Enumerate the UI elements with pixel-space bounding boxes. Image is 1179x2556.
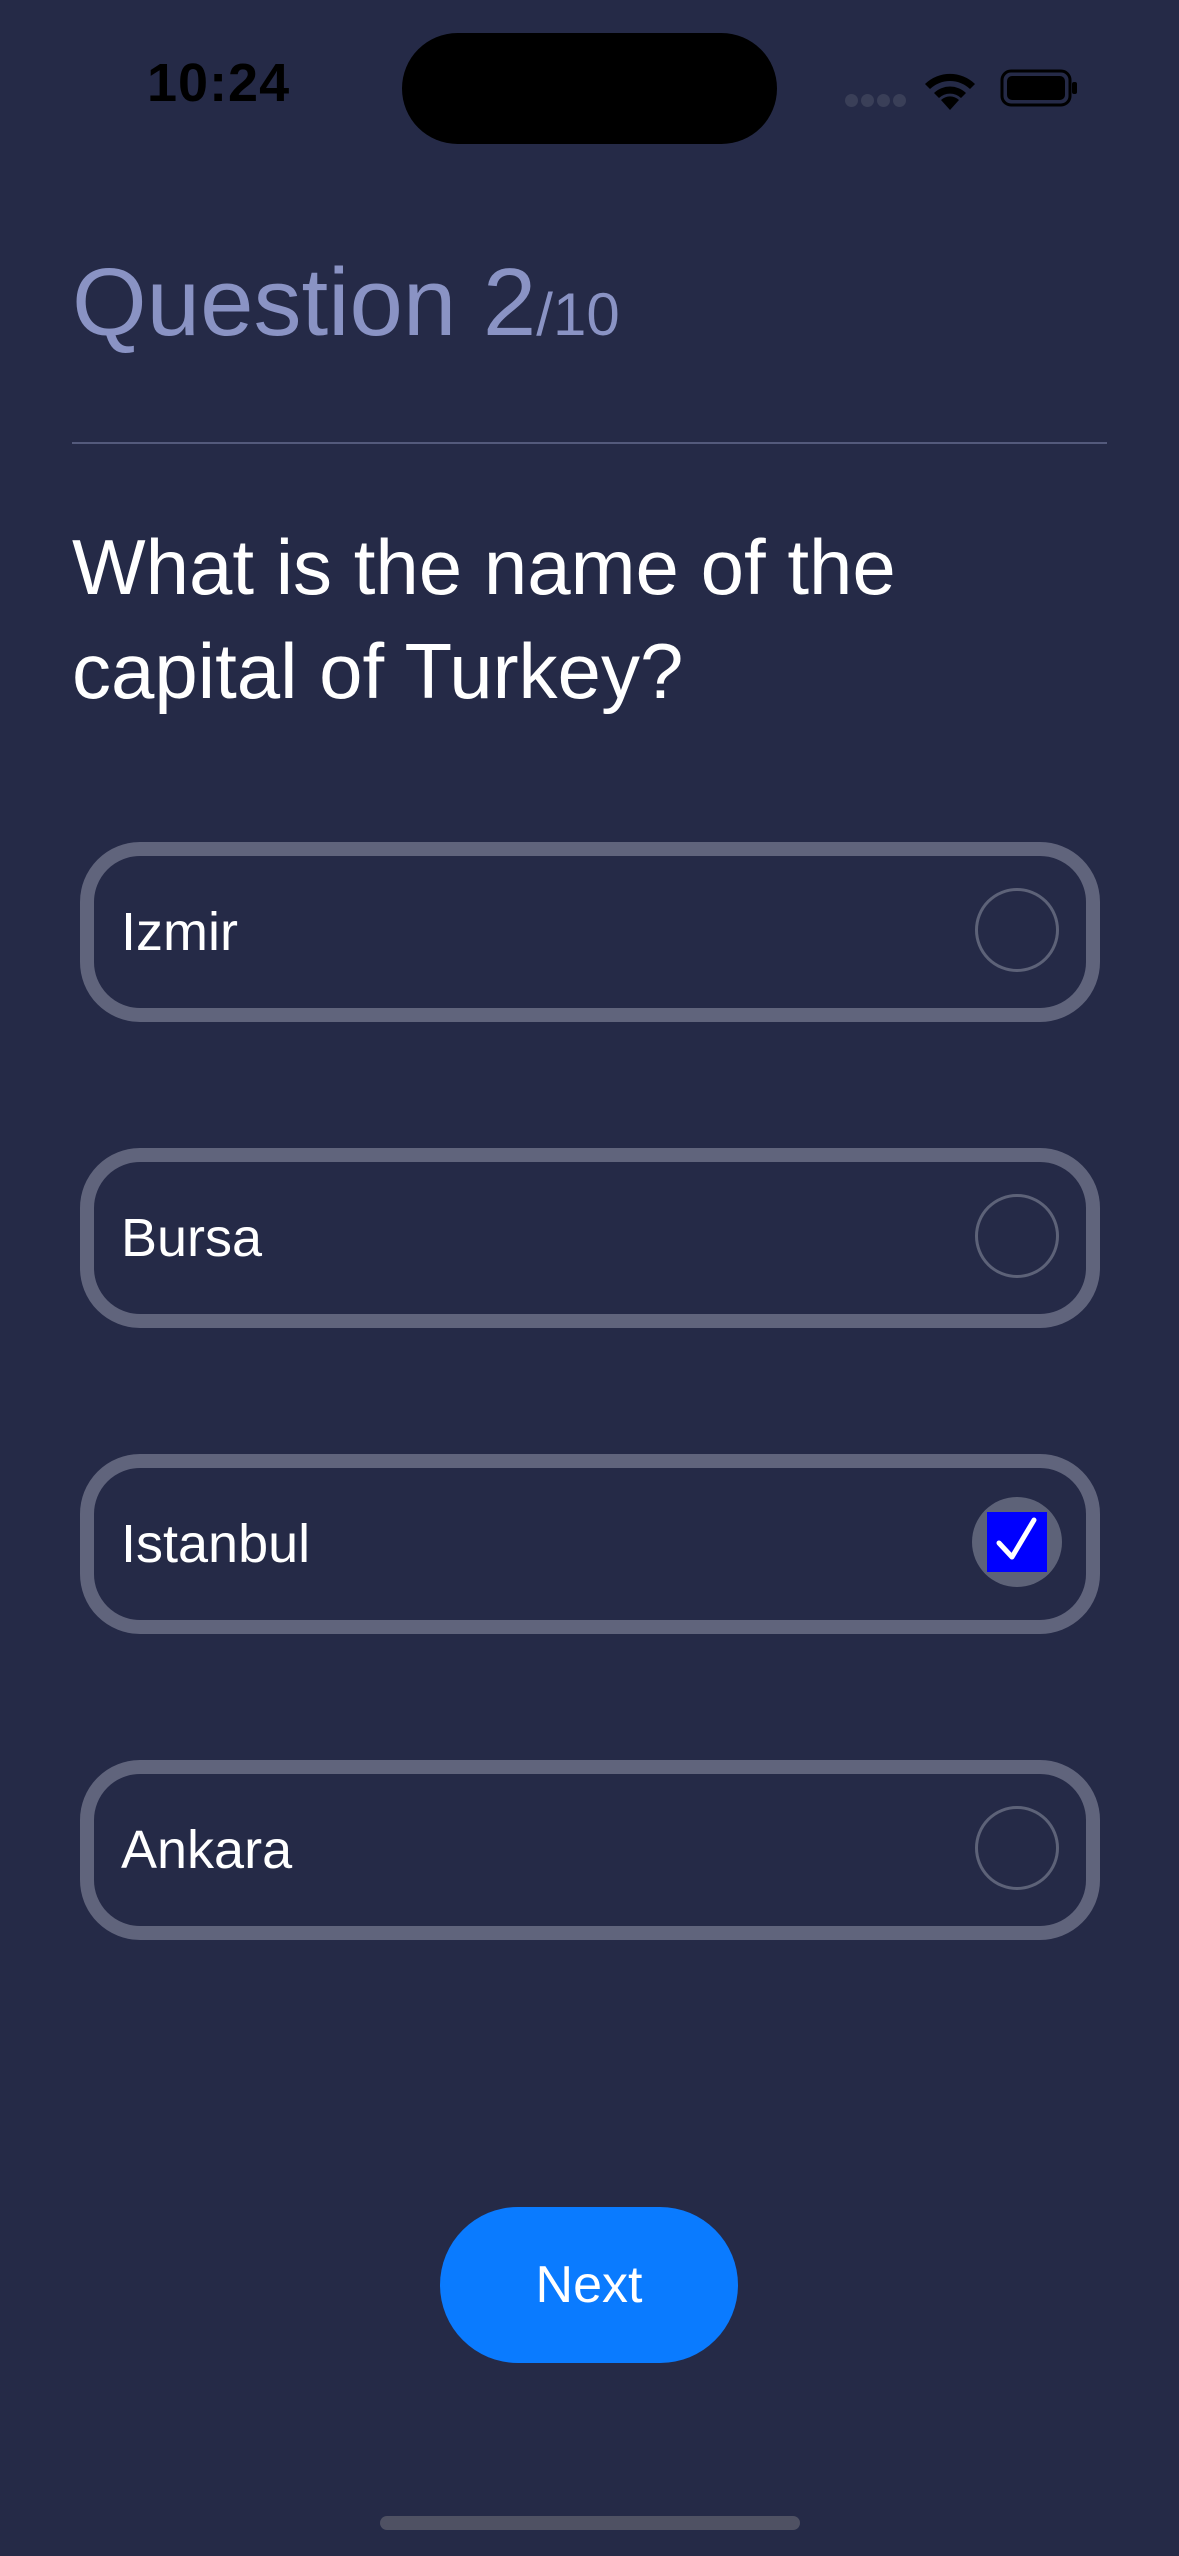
next-button[interactable]: Next	[440, 2207, 738, 2363]
status-time: 10:24	[147, 53, 291, 113]
answer-option-label: Ankara	[121, 1820, 293, 1880]
checkmark-icon	[987, 1512, 1047, 1572]
radio-circle-icon[interactable]	[975, 1806, 1059, 1890]
answer-option-label: Bursa	[121, 1208, 263, 1268]
question-counter-current: Question 2	[72, 249, 537, 356]
cellular-signal-icon	[845, 94, 906, 108]
answer-option-bursa[interactable]: Bursa	[80, 1148, 1100, 1328]
question-counter: Question 2/10	[72, 255, 620, 351]
question-text: What is the name of the capital of Turke…	[72, 523, 896, 715]
radio-circle-icon[interactable]	[975, 1194, 1059, 1278]
header-divider	[72, 442, 1107, 444]
answer-option-istanbul[interactable]: Istanbul	[80, 1454, 1100, 1634]
wifi-icon	[925, 73, 975, 110]
answer-option-label: Izmir	[121, 902, 238, 962]
answer-option-label: Istanbul	[121, 1514, 311, 1574]
dynamic-island	[402, 33, 777, 144]
home-indicator[interactable]	[380, 2516, 800, 2530]
radio-circle-icon[interactable]	[975, 888, 1059, 972]
checkbox-checked-icon[interactable]	[972, 1497, 1062, 1587]
answer-option-izmir[interactable]: Izmir	[80, 842, 1100, 1022]
answer-option-ankara[interactable]: Ankara	[80, 1760, 1100, 1940]
question-counter-total: /10	[536, 281, 620, 348]
battery-icon	[1000, 69, 1077, 107]
